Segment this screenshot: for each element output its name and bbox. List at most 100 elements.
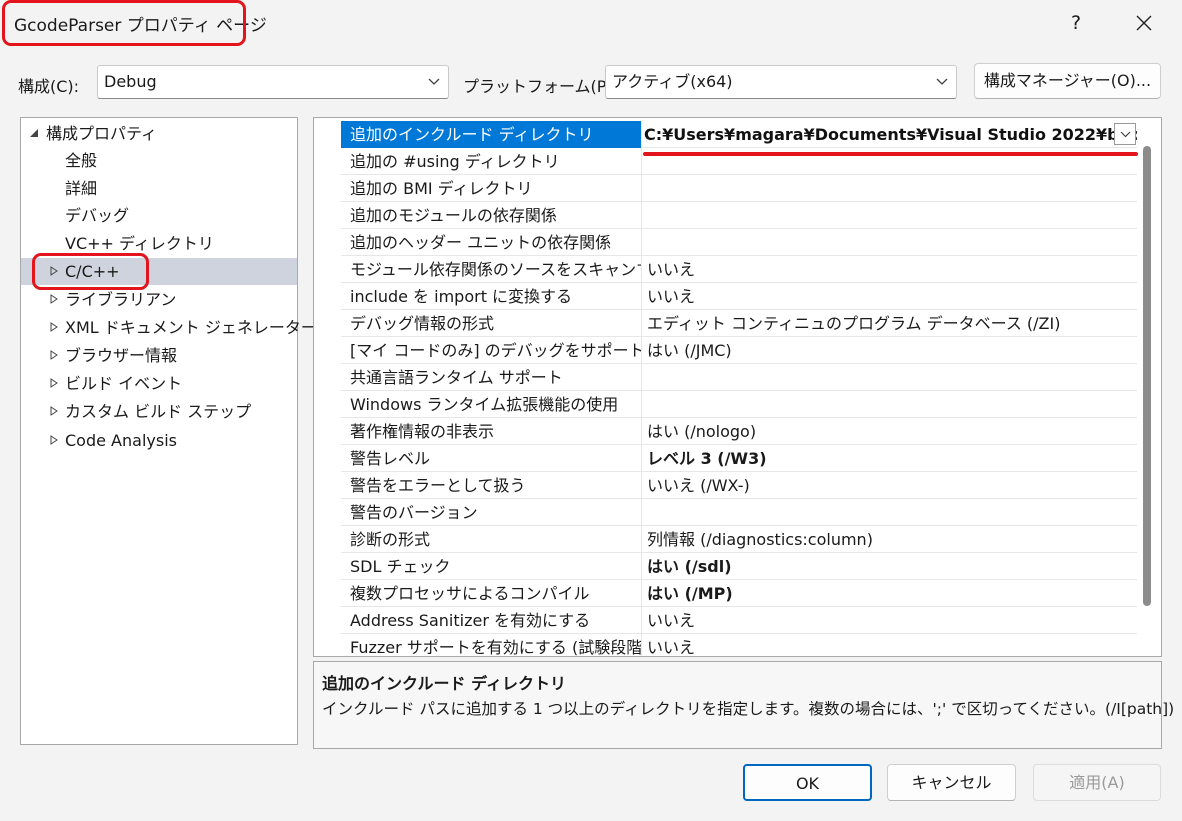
tree-item-config-properties[interactable]: 構成プロパティ [21, 120, 297, 147]
property-name: 追加のモジュールの依存関係 [341, 202, 642, 229]
property-row[interactable]: 追加のインクルード ディレクトリ C:¥Users¥magara¥Documen… [341, 121, 1137, 148]
title-bar: GcodeParser プロパティ ページ ? [0, 0, 1182, 48]
property-row[interactable]: モジュール依存関係のソースをスキャンする いいえ [341, 256, 1137, 283]
property-row[interactable]: Address Sanitizer を有効にする いいえ [341, 607, 1137, 634]
property-value[interactable]: はい (/nologo) [643, 418, 1137, 445]
property-name: 警告をエラーとして扱う [341, 472, 642, 499]
property-row[interactable]: SDL チェック はい (/sdl) [341, 553, 1137, 580]
help-button[interactable]: ? [1058, 8, 1094, 38]
property-name: 追加の #using ディレクトリ [341, 148, 642, 175]
collapsed-arrow-icon [50, 266, 58, 276]
property-row[interactable]: Fuzzer サポートを有効にする (試験段階) いいえ [341, 634, 1137, 656]
property-value[interactable]: いいえ (/WX-) [643, 472, 1137, 499]
tree-item-advanced[interactable]: 詳細 [21, 175, 297, 202]
config-label: 構成(C): [18, 77, 80, 96]
platform-label: プラットフォーム(P): [463, 77, 619, 96]
property-name: モジュール依存関係のソースをスキャンする [341, 256, 642, 283]
value-dropdown-button[interactable] [1114, 123, 1136, 145]
tree-item-custom-build-step[interactable]: カスタム ビルド ステップ [21, 398, 297, 425]
tree-item-vc-directories[interactable]: VC++ ディレクトリ [21, 230, 297, 257]
close-button[interactable] [1126, 8, 1162, 38]
platform-value: アクティブ(x64) [612, 72, 733, 91]
property-value[interactable]: はい (/JMC) [643, 337, 1137, 364]
property-value[interactable]: エディット コンティニュのプログラム データベース (/ZI) [643, 310, 1137, 337]
tree-item-label: カスタム ビルド ステップ [65, 402, 252, 421]
tree-item-code-analysis[interactable]: Code Analysis [21, 427, 297, 454]
property-row[interactable]: 追加のヘッダー ユニットの依存関係 [341, 229, 1137, 256]
property-name: 著作権情報の非表示 [341, 418, 642, 445]
property-row[interactable]: 追加の BMI ディレクトリ [341, 175, 1137, 202]
property-name: SDL チェック [341, 553, 642, 580]
property-value[interactable]: いいえ [643, 256, 1137, 283]
property-row[interactable]: Windows ランタイム拡張機能の使用 [341, 391, 1137, 418]
property-value[interactable] [643, 499, 1137, 526]
property-name: デバッグ情報の形式 [341, 310, 642, 337]
expanded-arrow-icon [30, 129, 38, 137]
chevron-down-icon [1120, 131, 1131, 138]
collapsed-arrow-icon [50, 435, 58, 445]
tree-item-label: ライブラリアン [65, 290, 177, 309]
tree-item-xml-doc-generator[interactable]: XML ドキュメント ジェネレーター [21, 314, 317, 341]
property-name: Windows ランタイム拡張機能の使用 [341, 391, 642, 418]
ok-button[interactable]: OK [743, 764, 872, 801]
property-row[interactable]: 追加のモジュールの依存関係 [341, 202, 1137, 229]
description-text: インクルード パスに追加する 1 つ以上のディレクトリを指定します。複数の場合に… [322, 700, 1175, 718]
window-title: GcodeParser プロパティ ページ [14, 16, 267, 36]
property-value[interactable] [643, 202, 1137, 229]
property-row[interactable]: 警告レベル レベル 3 (/W3) [341, 445, 1137, 472]
property-value[interactable]: はい (/MP) [643, 580, 1137, 607]
description-panel: 追加のインクルード ディレクトリ インクルード パスに追加する 1 つ以上のディ… [313, 661, 1174, 749]
property-row[interactable]: 警告のバージョン [341, 499, 1137, 526]
property-tree: 構成プロパティ 全般 詳細 デバッグ VC++ ディレクトリ C/C++ ライブ… [20, 117, 317, 745]
property-name: 複数プロセッサによるコンパイル [341, 580, 642, 607]
property-value[interactable] [643, 364, 1137, 391]
close-icon [1136, 15, 1152, 31]
tree-item-label: 構成プロパティ [46, 124, 158, 143]
collapsed-arrow-icon [50, 378, 58, 388]
property-value[interactable]: レベル 3 (/W3) [643, 445, 1137, 472]
property-value[interactable]: いいえ [643, 283, 1137, 310]
tree-item-general[interactable]: 全般 [21, 147, 297, 174]
tree-item-browse-info[interactable]: ブラウザー情報 [21, 342, 297, 369]
property-value[interactable]: C:¥Users¥magara¥Documents¥Visual Studio … [643, 121, 1137, 148]
property-row[interactable]: [マイ コードのみ] のデバッグをサポートするはい (/JMC) [341, 337, 1137, 364]
config-dropdown[interactable]: Debug [97, 65, 449, 99]
value-highlight-annotation [643, 152, 1138, 156]
property-value[interactable] [643, 175, 1137, 202]
property-value[interactable] [643, 229, 1137, 256]
property-value[interactable]: いいえ [643, 634, 1137, 656]
property-name: Fuzzer サポートを有効にする (試験段階) [341, 634, 642, 656]
property-name: 共通言語ランタイム サポート [341, 364, 642, 391]
config-manager-button[interactable]: 構成マネージャー(O)... [974, 63, 1161, 99]
apply-button[interactable]: 適用(A) [1033, 764, 1161, 801]
tree-item-label: VC++ ディレクトリ [65, 234, 214, 253]
grid-scrollbar[interactable] [1140, 146, 1154, 608]
chevron-down-icon [428, 78, 440, 85]
property-row[interactable]: include を import に変換する いいえ [341, 283, 1137, 310]
tree-item-label: ブラウザー情報 [65, 346, 178, 365]
property-row[interactable]: 警告をエラーとして扱う いいえ (/WX-) [341, 472, 1137, 499]
tree-item-librarian[interactable]: ライブラリアン [21, 286, 297, 313]
property-row[interactable]: 複数プロセッサによるコンパイル はい (/MP) [341, 580, 1137, 607]
property-row[interactable]: デバッグ情報の形式 エディット コンティニュのプログラム データベース (/ZI) [341, 310, 1137, 337]
property-value[interactable] [643, 391, 1137, 418]
property-grid: 追加のインクルード ディレクトリ C:¥Users¥magara¥Documen… [313, 117, 1162, 657]
property-name: [マイ コードのみ] のデバッグをサポートする [341, 337, 642, 364]
tree-item-build-events[interactable]: ビルド イベント [21, 370, 297, 397]
property-row[interactable]: 診断の形式 列情報 (/diagnostics:column) [341, 526, 1137, 553]
tree-item-c-cpp[interactable]: C/C++ [21, 258, 297, 285]
cancel-button[interactable]: キャンセル [887, 764, 1016, 801]
property-row[interactable]: 著作権情報の非表示 はい (/nologo) [341, 418, 1137, 445]
tree-item-debugging[interactable]: デバッグ [21, 202, 297, 229]
property-name: 警告のバージョン [341, 499, 642, 526]
chevron-down-icon [936, 78, 948, 85]
platform-dropdown[interactable]: アクティブ(x64) [605, 65, 957, 99]
scrollbar-thumb[interactable] [1143, 146, 1151, 606]
property-value[interactable]: 列情報 (/diagnostics:column) [643, 526, 1137, 553]
tree-item-label: デバッグ [65, 206, 130, 225]
tree-item-label: 詳細 [65, 179, 98, 198]
property-name: 追加のヘッダー ユニットの依存関係 [341, 229, 642, 256]
property-value[interactable]: はい (/sdl) [643, 553, 1137, 580]
property-value[interactable]: いいえ [643, 607, 1137, 634]
property-row[interactable]: 共通言語ランタイム サポート [341, 364, 1137, 391]
